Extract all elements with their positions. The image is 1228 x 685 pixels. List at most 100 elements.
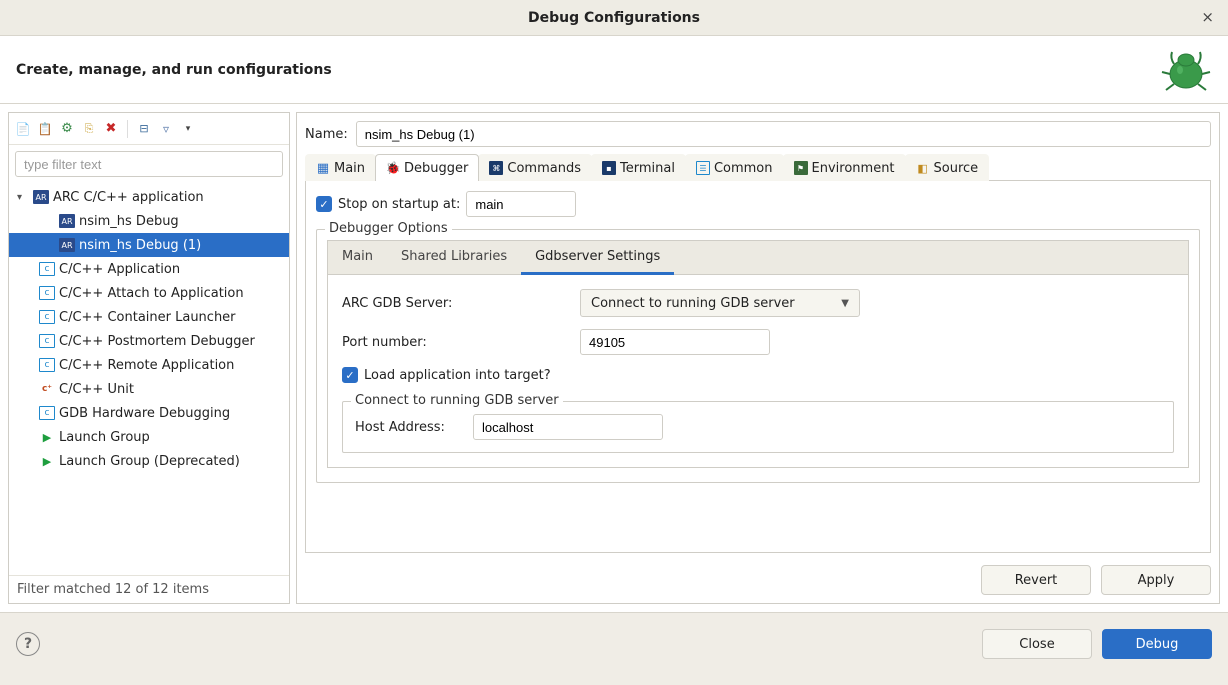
sidebar-toolbar: 📄 📋 ⚙ ⎘ ✖ ⊟ ▿ ▾ [9, 113, 289, 145]
dialog-footer: ? Close Debug [0, 612, 1228, 675]
tree-node-c-unit[interactable]: c⁺ C/C++ Unit [9, 377, 289, 401]
host-label: Host Address: [355, 420, 465, 435]
name-label: Name: [305, 127, 348, 142]
connect-fieldset: Connect to running GDB server Host Addre… [342, 401, 1174, 453]
tree-label: C/C++ Container Launcher [59, 310, 236, 325]
gdbserver-settings-body: ARC GDB Server: Connect to running GDB s… [327, 275, 1189, 468]
tab-environment[interactable]: ⚑Environment [783, 154, 906, 181]
stop-on-startup-input[interactable] [466, 191, 576, 217]
name-row: Name: [305, 121, 1211, 147]
terminal-icon: ▪ [602, 161, 616, 175]
close-button[interactable]: Close [982, 629, 1092, 659]
gdb-server-row: ARC GDB Server: Connect to running GDB s… [342, 289, 1174, 317]
new-prototype-icon[interactable]: 📋 [37, 121, 53, 137]
revert-button[interactable]: Revert [981, 565, 1091, 595]
load-app-row: ✓ Load application into target? [342, 367, 1174, 383]
tab-label: Main [334, 161, 365, 176]
filter-icon[interactable]: ▿ [158, 121, 174, 137]
filter-box [9, 145, 289, 183]
tab-label: Commands [507, 161, 581, 176]
tree-node-arc-app[interactable]: ▾ AR ARC C/C++ application [9, 185, 289, 209]
tab-label: Environment [812, 161, 895, 176]
common-icon: ☰ [696, 161, 710, 175]
filter-input[interactable] [15, 151, 283, 177]
debugger-subtabs: Main Shared Libraries Gdbserver Settings [327, 240, 1189, 275]
tab-source[interactable]: ◧Source [905, 154, 990, 181]
export-icon[interactable]: ⚙ [59, 121, 75, 137]
tree-node-c-attach[interactable]: c C/C++ Attach to Application [9, 281, 289, 305]
tree-label: C/C++ Unit [59, 382, 134, 397]
c-icon: c [39, 262, 55, 276]
sidebar: 📄 📋 ⚙ ⎘ ✖ ⊟ ▿ ▾ ▾ AR ARC C/C++ applicati… [8, 112, 290, 604]
tab-debugger[interactable]: 🐞Debugger [375, 154, 479, 181]
subtab-main[interactable]: Main [328, 241, 387, 274]
dialog-body: 📄 📋 ⚙ ⎘ ✖ ⊟ ▿ ▾ ▾ AR ARC C/C++ applicati… [0, 104, 1228, 612]
expand-arrow-icon[interactable]: ▾ [17, 192, 29, 203]
window-title: Debug Configurations [528, 10, 700, 26]
debug-bug-icon [1160, 44, 1212, 96]
tabs: ▦Main 🐞Debugger ⌘Commands ▪Terminal ☰Com… [305, 153, 1211, 181]
stop-on-startup-label: Stop on startup at: [338, 197, 460, 212]
stop-on-startup-checkbox[interactable]: ✓ [316, 196, 332, 212]
gdb-server-select[interactable]: Connect to running GDB server ▼ [580, 289, 860, 317]
tree-label: C/C++ Application [59, 262, 180, 277]
tab-common[interactable]: ☰Common [685, 154, 784, 181]
arc-icon: AR [59, 214, 75, 228]
tree-node-c-app[interactable]: c C/C++ Application [9, 257, 289, 281]
help-icon[interactable]: ? [16, 632, 40, 656]
toolbar-separator [127, 120, 128, 138]
c-icon: c [39, 406, 55, 420]
chevron-down-icon: ▼ [841, 298, 849, 309]
tab-label: Debugger [404, 161, 468, 176]
port-input[interactable] [580, 329, 770, 355]
tree-node-c-remote[interactable]: c C/C++ Remote Application [9, 353, 289, 377]
titlebar: Debug Configurations × [0, 0, 1228, 36]
port-row: Port number: [342, 329, 1174, 355]
tab-content-debugger: ✓ Stop on startup at: Debugger Options M… [305, 181, 1211, 553]
host-input[interactable] [473, 414, 663, 440]
debugger-options-fieldset: Debugger Options Main Shared Libraries G… [316, 229, 1200, 483]
tree-node-launch-group-dep[interactable]: ▶ Launch Group (Deprecated) [9, 449, 289, 473]
tree-label: C/C++ Postmortem Debugger [59, 334, 255, 349]
filter-dropdown-icon[interactable]: ▾ [180, 121, 196, 137]
tree-label: nsim_hs Debug (1) [79, 238, 201, 253]
tab-commands[interactable]: ⌘Commands [478, 154, 592, 181]
source-icon: ◧ [916, 161, 930, 175]
subtab-shared-libs[interactable]: Shared Libraries [387, 241, 521, 274]
tree-node-c-container[interactable]: c C/C++ Container Launcher [9, 305, 289, 329]
connect-legend: Connect to running GDB server [351, 393, 563, 408]
tab-label: Terminal [620, 161, 675, 176]
tree-label: C/C++ Attach to Application [59, 286, 244, 301]
collapse-all-icon[interactable]: ⊟ [136, 121, 152, 137]
load-app-checkbox[interactable]: ✓ [342, 367, 358, 383]
main-button-row: Revert Apply [305, 561, 1211, 595]
port-label: Port number: [342, 335, 572, 350]
debug-button[interactable]: Debug [1102, 629, 1212, 659]
main-panel: Name: ▦Main 🐞Debugger ⌘Commands ▪ Termina… [296, 112, 1220, 604]
delete-icon[interactable]: ✖ [103, 121, 119, 137]
c-unit-icon: c⁺ [39, 382, 55, 396]
subtab-gdbserver[interactable]: Gdbserver Settings [521, 241, 674, 275]
close-icon[interactable]: × [1201, 8, 1214, 26]
name-input[interactable] [356, 121, 1211, 147]
tree-label: Launch Group [59, 430, 150, 445]
stop-on-startup-row: ✓ Stop on startup at: [316, 191, 1200, 217]
tree-node-launch-group[interactable]: ▶ Launch Group [9, 425, 289, 449]
apply-button[interactable]: Apply [1101, 565, 1211, 595]
gdb-server-label: ARC GDB Server: [342, 296, 572, 311]
tab-main[interactable]: ▦Main [305, 154, 376, 181]
tree-node-nsim-debug-1[interactable]: AR nsim_hs Debug (1) [9, 233, 289, 257]
tree-node-gdb-hw[interactable]: c GDB Hardware Debugging [9, 401, 289, 425]
tab-terminal[interactable]: ▪ Terminal [591, 154, 686, 181]
tree-node-nsim-debug[interactable]: AR nsim_hs Debug [9, 209, 289, 233]
duplicate-icon[interactable]: ⎘ [81, 121, 97, 137]
arc-icon: AR [59, 238, 75, 252]
launch-icon: ▶ [39, 454, 55, 468]
c-icon: c [39, 334, 55, 348]
gdb-server-value: Connect to running GDB server [591, 296, 795, 311]
new-config-icon[interactable]: 📄 [15, 121, 31, 137]
tree-node-c-postmortem[interactable]: c C/C++ Postmortem Debugger [9, 329, 289, 353]
c-icon: c [39, 310, 55, 324]
load-app-label: Load application into target? [364, 368, 551, 383]
c-icon: c [39, 286, 55, 300]
